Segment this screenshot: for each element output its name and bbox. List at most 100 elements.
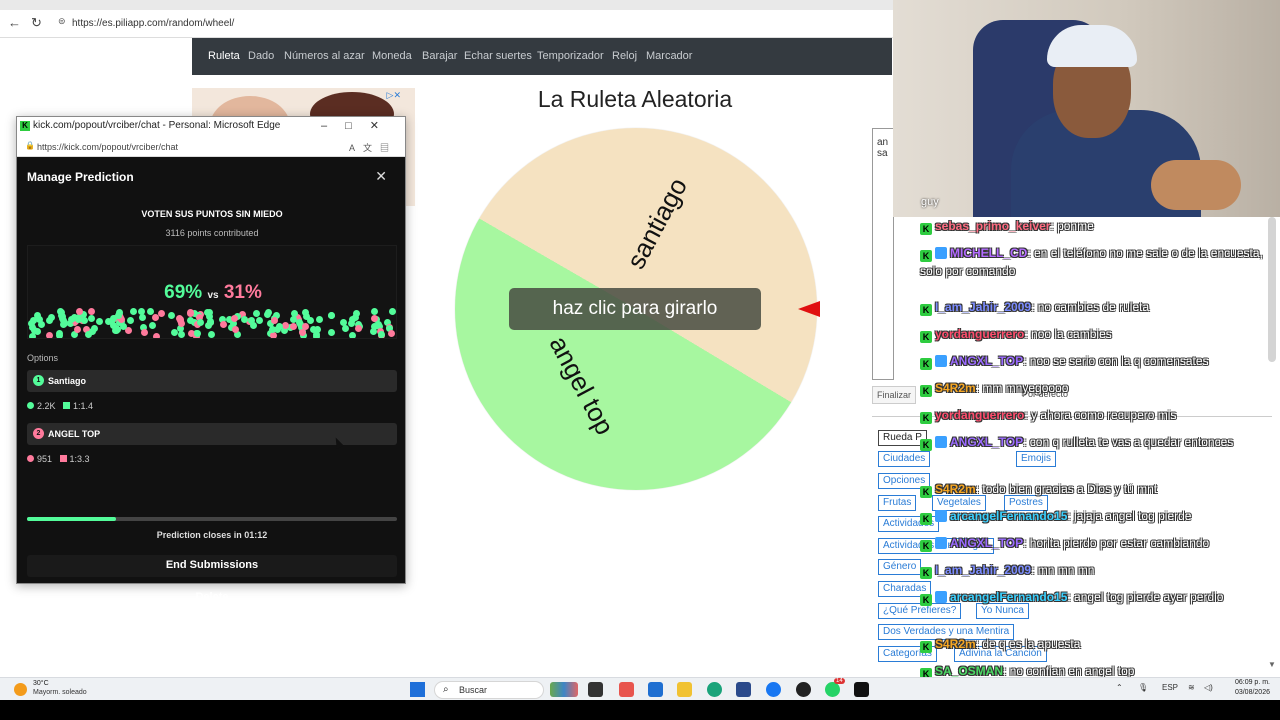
end-submissions-button[interactable]: End Submissions (27, 555, 397, 577)
language-indicator[interactable]: ESP (1162, 683, 1178, 692)
option-santiago[interactable]: 1 Santiago (27, 370, 397, 392)
obs-icon[interactable] (796, 682, 811, 697)
voter-dot (316, 316, 323, 323)
chat-username[interactable]: SA_OSMAN (935, 664, 1003, 678)
chat-text: : no confian en angel top (1003, 664, 1135, 678)
volume-icon[interactable]: ◁) (1204, 683, 1213, 692)
voter-dot (253, 310, 260, 317)
nav-reloj[interactable]: Reloj (612, 50, 637, 62)
voter-dot (342, 325, 349, 332)
nav-moneda[interactable]: Moneda (372, 50, 412, 62)
chat-username[interactable]: S4R2m (935, 381, 976, 395)
taskbar-search[interactable]: ⌕ Buscar (434, 681, 544, 699)
voter-dot (389, 308, 396, 315)
nav-numeros[interactable]: Números al azar (284, 50, 365, 62)
store-icon[interactable] (736, 682, 751, 697)
nav-ruleta[interactable]: Ruleta (208, 50, 240, 62)
category-button[interactable]: Frutas (878, 495, 917, 511)
nav-temporizador[interactable]: Temporizador (537, 50, 604, 62)
microphone-icon[interactable]: 🎙 (1138, 683, 1148, 692)
chat-username[interactable]: I_am_Jahir_2009 (935, 563, 1031, 577)
outlook-icon[interactable] (648, 682, 663, 697)
translate-icon[interactable]: A文▤ (349, 141, 397, 154)
voter-dot (231, 315, 238, 322)
chat-username[interactable]: arcangelFernando15 (950, 590, 1067, 604)
streamer-arm (1151, 160, 1241, 210)
back-icon[interactable]: ← (8, 15, 21, 30)
chat-username[interactable]: S4R2m (935, 482, 976, 496)
widgets-icon[interactable] (550, 682, 578, 697)
manage-prediction-panel: Manage Prediction ✕ VOTEN SUS PUNTOS SIN… (17, 157, 405, 603)
chat-username[interactable]: sebas_primo_keiver (935, 219, 1050, 233)
kick-badge-icon: K (920, 412, 932, 424)
url-text: https://es.piliapp.com/random/wheel/ (72, 18, 235, 29)
chat-username[interactable]: I_am_Jahir_2009 (935, 300, 1031, 314)
subscriber-badge-icon (935, 355, 947, 367)
voter-dot (290, 323, 297, 330)
site-nav: Ruleta Dado Números al azar Moneda Baraj… (192, 38, 892, 75)
option-name: Santiago (48, 376, 87, 386)
voter-dot (168, 312, 175, 319)
weather-sun-icon[interactable] (14, 683, 27, 696)
option-number: 1 (33, 375, 44, 386)
kick-badge-icon: K (920, 358, 932, 370)
chat-username[interactable]: yordanguerrero (935, 327, 1024, 341)
kick-badge-icon: K (920, 594, 932, 606)
close-icon[interactable]: ✕ (375, 168, 387, 185)
scrollbar[interactable] (1268, 217, 1276, 362)
nav-barajar[interactable]: Barajar (422, 50, 457, 62)
chat-username[interactable]: arcangelFernando15 (950, 509, 1067, 523)
chat-username[interactable]: MICHELL_CD (950, 246, 1027, 260)
voter-dot (139, 314, 146, 321)
subscriber-badge-icon (935, 537, 947, 549)
voter-dot (74, 326, 81, 333)
tiktok-icon[interactable] (854, 682, 869, 697)
clock-time[interactable]: 06:09 p. m. (1226, 679, 1270, 686)
weather-desc: Mayorm. soleado (33, 689, 87, 696)
finalize-button[interactable]: Finalizar (872, 386, 916, 404)
voter-dot (158, 310, 165, 317)
nav-dado[interactable]: Dado (248, 50, 274, 62)
windows-start-icon[interactable] (410, 682, 425, 697)
options-textarea[interactable]: an sa (872, 128, 894, 380)
voter-dot (178, 331, 185, 338)
voter-dot (371, 315, 378, 322)
chat-text: : noo la cambies (1024, 327, 1112, 341)
category-button[interactable]: Género (878, 559, 922, 575)
option-number: 2 (33, 428, 44, 439)
voter-dot (141, 329, 148, 336)
reload-icon[interactable]: ↻ (31, 15, 42, 31)
voter-dot (88, 315, 95, 322)
chat-username[interactable]: S4R2m (935, 637, 976, 651)
voter-dot (310, 326, 317, 333)
delete-button[interactable]: Delete (27, 587, 397, 609)
url-field[interactable]: https://es.piliapp.com/random/wheel/ (52, 14, 882, 34)
file-explorer-icon[interactable] (677, 682, 692, 697)
edge-icon[interactable] (707, 682, 722, 697)
chat-username[interactable]: ANGXL_TOP (950, 354, 1023, 368)
site-info-icon[interactable]: ⊜ (58, 16, 66, 27)
whatsapp-icon[interactable] (825, 682, 840, 697)
clock-date[interactable]: 03/08/2026 (1226, 689, 1270, 696)
spin-button[interactable]: haz clic para girarlo (509, 288, 761, 330)
facebook-icon[interactable] (766, 682, 781, 697)
task-view-icon[interactable] (588, 682, 603, 697)
wifi-icon[interactable]: ≋ (1188, 683, 1195, 692)
chevron-up-icon[interactable]: ⌃ (1116, 683, 1123, 692)
subscriber-badge-icon (935, 510, 947, 522)
weather-temp: 30°C (33, 680, 49, 687)
chat-username[interactable]: ANGXL_TOP (950, 536, 1023, 550)
ad-choices-icon[interactable]: ▷✕ (387, 90, 401, 101)
chat-message: K I_am_Jahir_2009: no cambies de ruleta (920, 298, 1272, 316)
kick-badge-icon: K (920, 513, 932, 525)
nav-echar-suertes[interactable]: Echar suertes (464, 50, 532, 62)
chat-username[interactable]: ANGXL_TOP (950, 435, 1023, 449)
nav-marcador[interactable]: Marcador (646, 50, 692, 62)
copilot-icon[interactable] (619, 682, 634, 697)
chat-username[interactable]: yordanguerrero (935, 408, 1024, 422)
voter-dot (269, 326, 276, 333)
voter-dot (120, 323, 127, 330)
scroll-down-icon[interactable]: ▼ (1268, 660, 1276, 669)
kick-badge-icon: K (920, 385, 932, 397)
window-controls[interactable]: ‒□✕ (321, 119, 397, 132)
